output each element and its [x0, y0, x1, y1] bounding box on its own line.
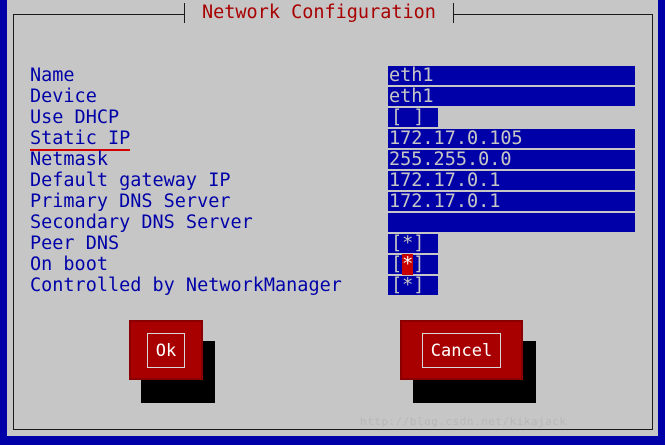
name-label: Name	[30, 65, 75, 86]
on-boot-close: ]	[413, 254, 425, 275]
on-boot-open: [	[391, 254, 403, 275]
on-boot-label: On boot	[30, 254, 108, 275]
netmask-label: Netmask	[30, 149, 108, 170]
peer-dns-checkbox[interactable]: [*]	[388, 233, 438, 254]
static-ip-input[interactable]: 172.17.0.105	[388, 129, 635, 148]
title-right-bracket	[452, 2, 454, 23]
networkmanager-checkbox[interactable]: [*]	[388, 275, 438, 296]
default-gateway-fill	[500, 173, 620, 190]
primary-dns-fill	[500, 194, 620, 211]
device-label: Device	[30, 86, 97, 107]
name-input[interactable]: eth1	[388, 66, 635, 85]
default-gateway-input[interactable]: 172.17.0.1	[388, 171, 635, 190]
networkmanager-open: [	[391, 275, 403, 296]
secondary-dns-fill	[389, 215, 632, 232]
cancel-button-frame: Cancel	[421, 332, 502, 368]
ok-button[interactable]: Ok	[129, 320, 203, 380]
ok-button-frame: Ok	[146, 332, 186, 368]
default-gateway-label: Default gateway IP	[30, 170, 231, 191]
peer-dns-label: Peer DNS	[30, 233, 120, 254]
use-dhcp-label: Use DHCP	[30, 107, 120, 128]
cancel-button-label: Cancel	[430, 340, 493, 361]
cancel-button[interactable]: Cancel	[400, 320, 523, 380]
primary-dns-value: 172.17.0.1	[389, 192, 501, 211]
on-boot-mark: *	[402, 254, 414, 275]
secondary-dns-label: Secondary DNS Server	[30, 212, 253, 233]
name-input-value: eth1	[389, 66, 434, 85]
on-boot-checkbox[interactable]: [*]	[388, 254, 438, 275]
default-gateway-value: 172.17.0.1	[389, 171, 501, 190]
watermark: http://blog.csdn.net/kikajack	[360, 415, 567, 428]
netmask-fill	[512, 152, 621, 169]
static-ip-label: Static IP	[30, 128, 131, 151]
netmask-value: 255.255.0.0	[389, 150, 512, 169]
dialog-title: Network Configuration	[202, 2, 436, 23]
device-input[interactable]: eth1	[388, 87, 635, 106]
netmask-input[interactable]: 255.255.0.0	[388, 150, 635, 169]
networkmanager-close: ]	[413, 275, 425, 296]
peer-dns-close: ]	[413, 233, 425, 254]
primary-dns-label: Primary DNS Server	[30, 191, 231, 212]
dialog-title-bar: Network Configuration	[184, 0, 454, 25]
device-input-value: eth1	[389, 87, 434, 106]
secondary-dns-input[interactable]	[388, 213, 635, 232]
ok-button-label: Ok	[155, 340, 177, 361]
networkmanager-label: Controlled by NetworkManager	[30, 275, 342, 296]
primary-dns-input[interactable]: 172.17.0.1	[388, 192, 635, 211]
peer-dns-open: [	[391, 233, 403, 254]
use-dhcp-checkbox[interactable]: [ ]	[388, 108, 438, 128]
static-ip-fill	[523, 131, 621, 148]
static-ip-value: 172.17.0.105	[389, 129, 523, 148]
peer-dns-mark: *	[402, 233, 414, 254]
device-input-fill	[434, 89, 619, 106]
networkmanager-mark: *	[402, 275, 414, 296]
name-input-fill	[434, 68, 619, 85]
